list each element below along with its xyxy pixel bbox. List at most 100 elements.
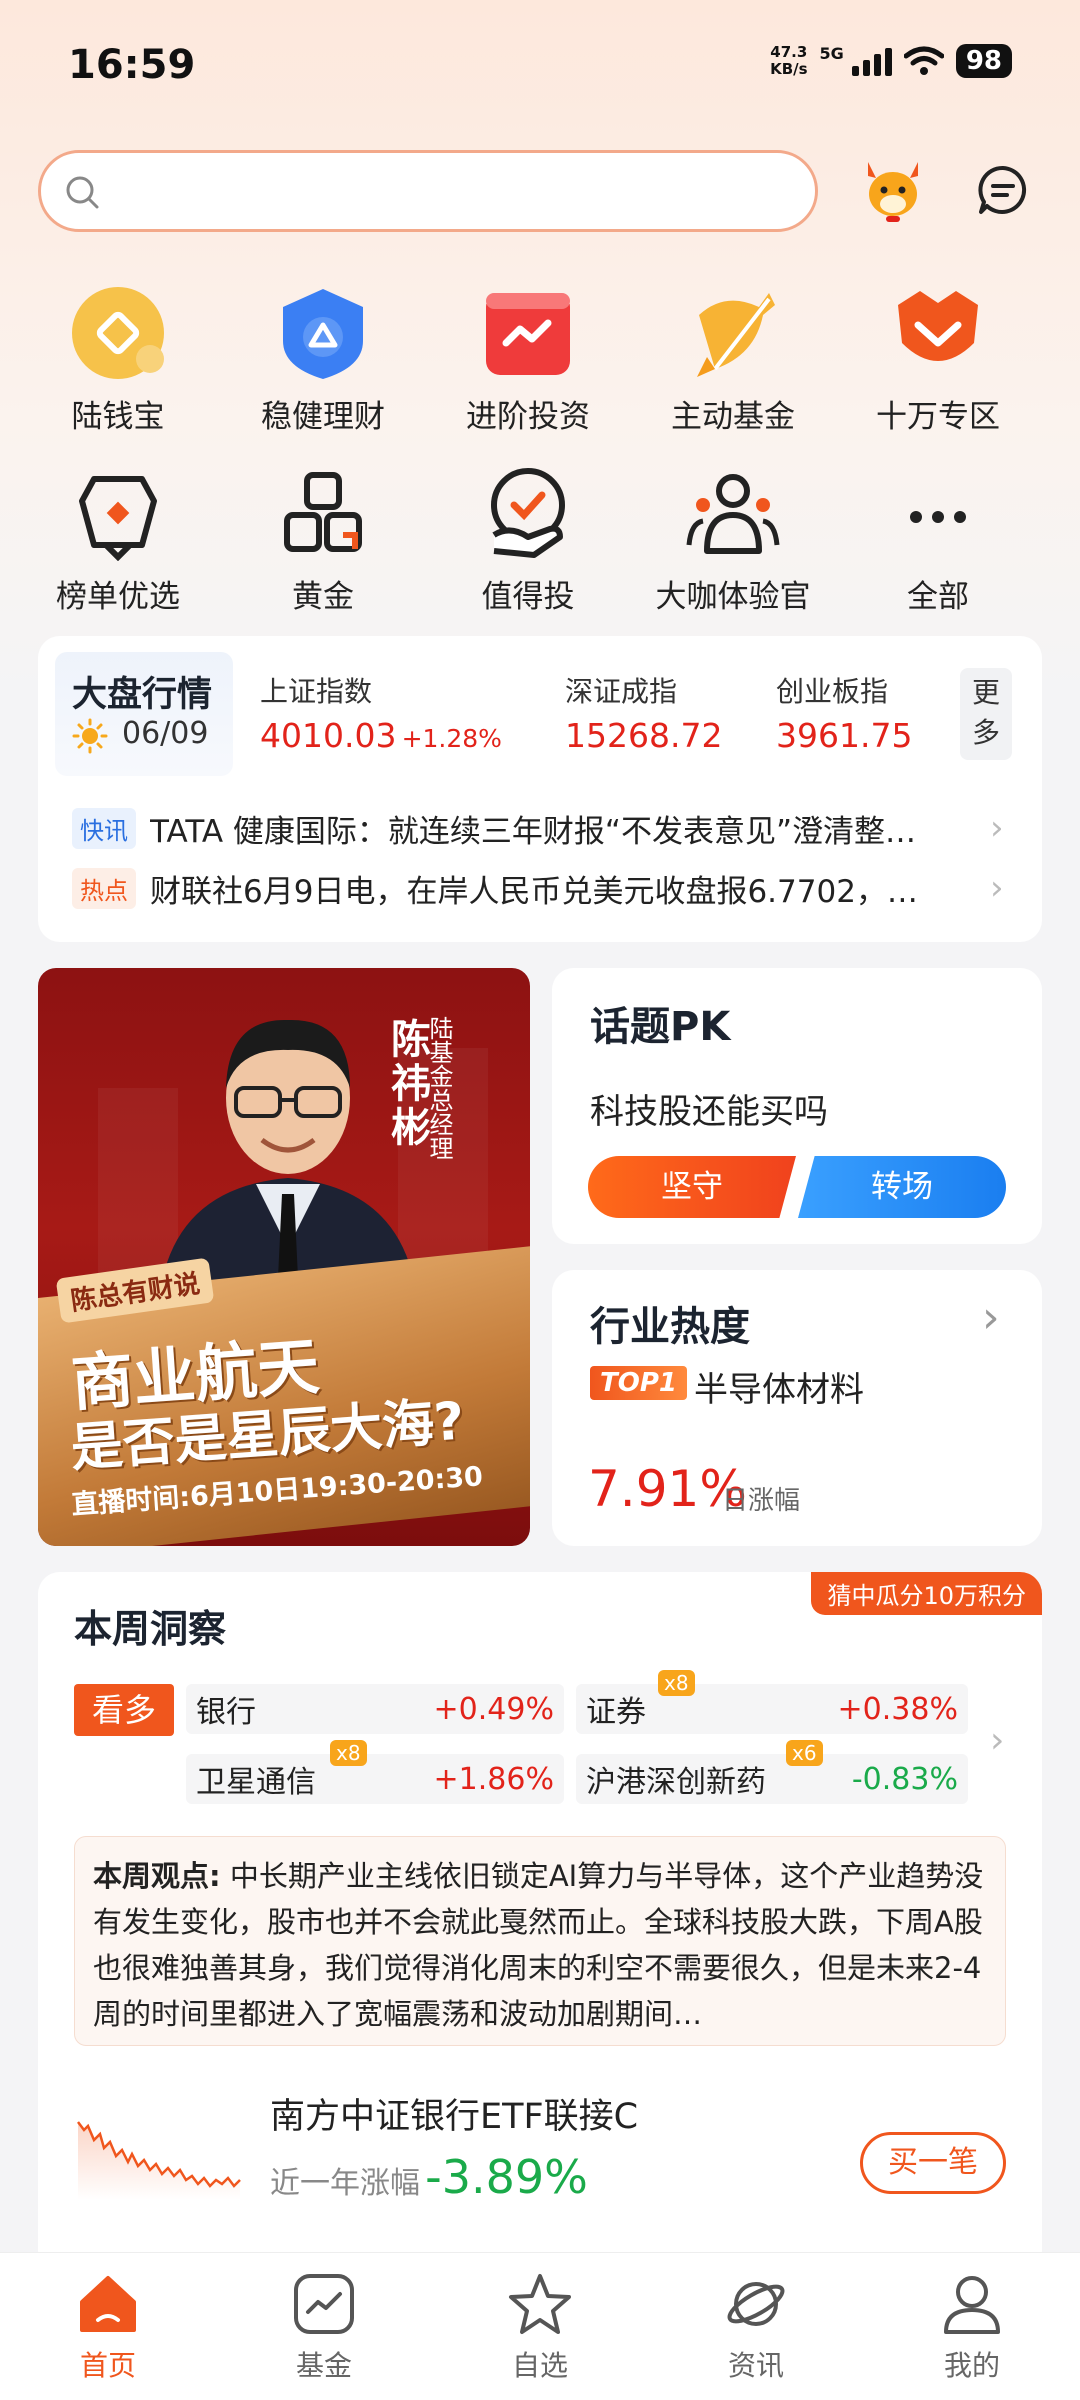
signal-icon	[851, 46, 892, 76]
grid-label: 榜单优选	[56, 579, 180, 615]
sun-icon	[72, 718, 108, 754]
fund-return-value: -3.89%	[425, 2150, 588, 2204]
battery-indicator: 98	[955, 44, 1012, 78]
index-shanghai[interactable]: 上证指数 4010.03 +1.28%	[260, 670, 502, 755]
coin-icon	[72, 287, 164, 379]
grid-label: 陆钱宝	[71, 399, 165, 435]
grid-label: 值得投	[481, 579, 575, 615]
sector-change: -0.83%	[851, 1761, 958, 1797]
weekly-view-box[interactable]: 本周观点: 中长期产业主线依旧锁定AI算力与半导体，这个产业趋势没有发生变化，股…	[74, 1836, 1006, 2046]
more-dots-icon	[910, 511, 966, 523]
grid-label: 全部	[907, 579, 969, 615]
wifi-icon	[903, 46, 944, 75]
index-shenzhen[interactable]: 深证成指 15268.72	[565, 670, 722, 755]
sector-name: 卫星通信	[196, 1765, 316, 1800]
grid-item-huangjin[interactable]: 黄金	[223, 465, 423, 616]
nav-home[interactable]: 首页	[38, 2272, 178, 2384]
sector-change: +1.86%	[433, 1761, 554, 1797]
nav-fund[interactable]: 基金	[254, 2272, 394, 2384]
search-input[interactable]	[38, 150, 818, 232]
promo-banner[interactable]: 陈祎彬 陆基金总经理 陈总有财说 商业航天 是否是星辰大海? 直播时间:6月10…	[38, 968, 530, 1546]
network-speed: 47.3 KB/s	[770, 44, 807, 78]
index-value: 15268.72	[565, 716, 723, 755]
grid-label: 稳健理财	[261, 399, 385, 435]
trophy-icon	[79, 476, 157, 562]
industry-heat-card[interactable]: 行业热度 › TOP1 半导体材料 7.91% 日涨幅	[552, 1270, 1042, 1546]
index-value: 3961.75	[776, 716, 913, 755]
view-text: 中长期产业主线依旧锁定AI算力与半导体，这个产业趋势没有发生变化，股市也并不会就…	[93, 1859, 984, 2031]
news-row-hot[interactable]: 热点 财联社6月9日电，在岸人民币兑美元收盘报6.7702，…	[72, 866, 970, 911]
star-icon	[509, 2274, 571, 2334]
industry-name: 半导体材料	[694, 1370, 864, 1410]
view-label: 本周观点:	[93, 1859, 221, 1893]
people-icon	[686, 474, 780, 554]
grid-item-zhidetou[interactable]: 值得投	[428, 465, 628, 616]
news-text: TATA 健康国际：就连续三年财报“不发表意见”澄清整…	[150, 814, 917, 850]
grid-label: 进阶投资	[466, 399, 590, 435]
fund-sparkline	[77, 2121, 241, 2200]
network-type: 5G	[819, 44, 844, 63]
nav-label: 基金	[295, 2349, 352, 2382]
index-chinext[interactable]: 创业板指 3961.75	[776, 670, 912, 755]
status-time: 16:59	[68, 42, 196, 88]
index-value: 4010.03	[260, 716, 397, 755]
weekly-insight-card: 猜中瓜分10万积分 本周洞察 看多 银行 +0.49% 证券 +0.38% x8…	[38, 1572, 1042, 2272]
chevron-right-icon: ›	[982, 1292, 1000, 1343]
reward-ribbon[interactable]: 猜中瓜分10万积分	[811, 1572, 1042, 1615]
grid-item-shiwan[interactable]: 十万专区	[838, 285, 1038, 436]
fox-icon	[898, 291, 978, 361]
chevron-right-icon: ›	[990, 808, 1004, 848]
sector-change: +0.38%	[837, 1691, 958, 1727]
more-indices-button[interactable]: 更 多	[960, 668, 1012, 760]
network-speed-unit: KB/s	[770, 60, 808, 78]
grid-label: 黄金	[292, 579, 354, 615]
buy-button[interactable]: 买一笔	[860, 2132, 1006, 2194]
topic-pk-card[interactable]: 话题PK 科技股还能买吗 坚守 转场	[552, 968, 1042, 1244]
market-title: 大盘行情	[72, 675, 213, 715]
grid-item-wenjian[interactable]: 稳健理财	[223, 285, 423, 436]
message-icon[interactable]	[975, 162, 1031, 218]
market-date: 06/09	[122, 716, 209, 751]
grid-item-bangdan[interactable]: 榜单优选	[18, 465, 218, 616]
profile-icon	[944, 2276, 1000, 2334]
grid-item-dakatiyan[interactable]: 大咖体验官	[633, 465, 833, 616]
sector-securities[interactable]: 证券 +0.38%	[576, 1684, 968, 1734]
multiplier-badge: x8	[330, 1740, 367, 1766]
vote-switch-button[interactable]: 转场	[798, 1156, 1006, 1218]
news-tag: 热点	[72, 868, 136, 909]
nav-watchlist[interactable]: 自选	[470, 2272, 610, 2384]
rank-badge: TOP1	[590, 1366, 687, 1400]
sector-name: 沪港深创新药	[586, 1765, 766, 1800]
topic-pk-question: 科技股还能买吗	[590, 1092, 828, 1132]
sector-name: 银行	[196, 1695, 256, 1730]
fund-return-label: 近一年涨幅	[270, 2166, 420, 2201]
sector-satellite[interactable]: 卫星通信 +1.86%	[186, 1754, 564, 1804]
index-name: 上证指数	[260, 675, 373, 708]
nav-label: 自选	[511, 2349, 568, 2382]
sector-bank[interactable]: 银行 +0.49%	[186, 1684, 564, 1734]
nav-news[interactable]: 资讯	[686, 2272, 826, 2384]
stance-badge: 看多	[74, 1684, 174, 1736]
sector-innovative-drugs[interactable]: 沪港深创新药 -0.83%	[576, 1754, 968, 1804]
nav-label: 资讯	[727, 2349, 784, 2382]
fund-name[interactable]: 南方中证银行ETF联接C	[270, 2088, 638, 2139]
grid-item-lujinbao[interactable]: 陆钱宝	[18, 285, 218, 436]
multiplier-badge: x8	[658, 1670, 695, 1696]
grid-item-all[interactable]: 全部	[838, 465, 1038, 616]
news-text: 财联社6月9日电，在岸人民币兑美元收盘报6.7702，…	[150, 874, 918, 910]
grid-item-jinjie[interactable]: 进阶投资	[428, 285, 628, 436]
more-label: 多	[971, 716, 1000, 749]
grid-item-zhudong[interactable]: 主动基金	[633, 285, 833, 436]
fund-return: 近一年涨幅 -3.89%	[270, 2150, 588, 2204]
search-icon	[66, 176, 99, 209]
shield-icon	[283, 289, 363, 379]
insight-title: 本周洞察	[74, 1607, 227, 1651]
industry-change-label: 日涨幅	[722, 1486, 801, 1516]
multiplier-badge: x6	[786, 1740, 823, 1766]
vote-hold-button[interactable]: 坚守	[588, 1156, 796, 1218]
mascot-icon[interactable]	[858, 158, 928, 224]
chevron-right-icon: ›	[990, 868, 1004, 908]
news-tag: 快讯	[72, 808, 136, 849]
nav-profile[interactable]: 我的	[902, 2272, 1042, 2384]
news-row-flash[interactable]: 快讯 TATA 健康国际：就连续三年财报“不发表意见”澄清整…	[72, 806, 970, 851]
